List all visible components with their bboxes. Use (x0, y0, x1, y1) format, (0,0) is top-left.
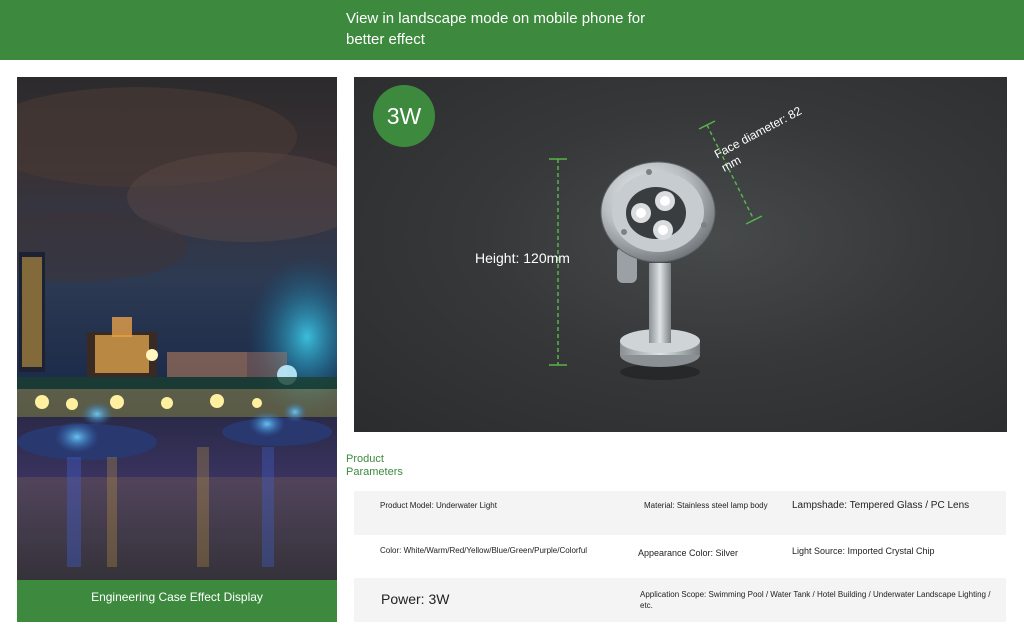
product-model: Product Model: Underwater Light (380, 501, 497, 510)
case-caption-bar: Engineering Case Effect Display (17, 580, 337, 622)
parameter-row: Product Model: Underwater Light Material… (354, 491, 1006, 535)
color-options: Color: White/Warm/Red/Yellow/Blue/Green/… (380, 546, 588, 555)
parameter-row: Power: 3W Application Scope: Swimming Po… (354, 578, 1006, 622)
night-fountain-scene (17, 87, 337, 580)
top-banner: View in landscape mode on mobile phone f… (0, 0, 1024, 60)
parameters-title: Product Parameters (346, 453, 403, 478)
light-source: Light Source: Imported Crystal Chip (792, 546, 935, 556)
engineering-case-image (17, 77, 337, 580)
application-scope: Application Scope: Swimming Pool / Water… (640, 590, 991, 610)
case-caption: Engineering Case Effect Display (91, 590, 263, 604)
material: Material: Stainless steel lamp body (644, 501, 768, 510)
product-image-panel: 3W Height: 120mm Face diameter: 82 mm (354, 77, 1007, 432)
lampshade: Lampshade: Tempered Glass / PC Lens (792, 500, 970, 511)
parameter-row: Color: White/Warm/Red/Yellow/Blue/Green/… (354, 535, 1006, 579)
appearance-color: Appearance Color: Silver (638, 548, 739, 558)
landscape-hint: View in landscape mode on mobile phone f… (346, 10, 646, 48)
power: Power: 3W (381, 591, 450, 607)
product-illustration (549, 120, 763, 380)
height-label: Height: 120mm (475, 250, 570, 266)
